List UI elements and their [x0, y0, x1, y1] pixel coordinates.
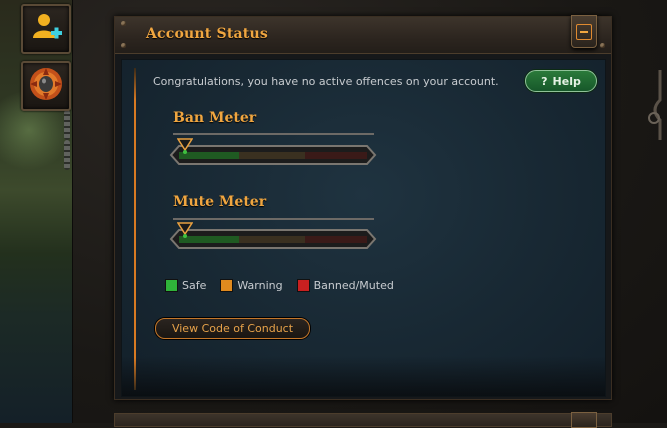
account-status-panel: Account Status Congratulations, you have… — [114, 15, 612, 400]
collapse-button[interactable] — [571, 15, 597, 48]
ban-meter-label: Ban Meter — [173, 110, 257, 126]
content-shading — [122, 356, 605, 396]
legend-label: Warning — [237, 279, 283, 292]
safe-swatch — [165, 279, 178, 292]
status-message: Congratulations, you have no active offe… — [153, 75, 499, 88]
chain-decoration — [64, 110, 70, 140]
accent-line — [134, 68, 136, 390]
legend-item-banned: Banned/Muted — [296, 279, 394, 292]
rivet — [121, 43, 126, 48]
mute-meter-rule — [173, 218, 374, 220]
add-friend-button[interactable] — [21, 4, 71, 54]
help-label: Help — [552, 74, 581, 88]
next-panel-header — [114, 412, 612, 428]
legend-item-warning: Warning — [220, 279, 283, 292]
panel-title: Account Status — [146, 26, 268, 42]
minus-icon — [576, 23, 592, 40]
next-collapse-button[interactable] — [571, 412, 597, 428]
ban-meter-rule — [173, 133, 374, 135]
warning-swatch — [220, 279, 234, 292]
mute-meter-marker — [177, 222, 193, 238]
clan-badge-button[interactable] — [21, 61, 71, 111]
add-user-icon — [29, 10, 63, 48]
help-button[interactable]: ? Help — [525, 70, 597, 92]
frame-ornament — [640, 70, 667, 140]
ban-meter — [167, 138, 377, 166]
panel-header: Account Status — [115, 15, 611, 54]
skull-badge-icon — [27, 65, 65, 107]
panel-content: Congratulations, you have no active offe… — [121, 59, 606, 397]
ban-meter-marker — [177, 138, 193, 154]
rivet — [600, 43, 605, 48]
mute-meter-label: Mute Meter — [173, 194, 267, 210]
view-code-of-conduct-button[interactable]: View Code of Conduct — [155, 318, 310, 339]
banned-swatch — [296, 279, 310, 292]
legend-item-safe: Safe — [165, 279, 206, 292]
legend-label: Banned/Muted — [313, 279, 394, 292]
chain-decoration — [64, 140, 70, 170]
rivet — [121, 21, 126, 26]
question-icon: ? — [541, 74, 548, 88]
legend-label: Safe — [182, 279, 207, 292]
meter-legend: Safe Warning Banned/Muted — [165, 279, 394, 292]
mute-meter — [167, 222, 377, 250]
